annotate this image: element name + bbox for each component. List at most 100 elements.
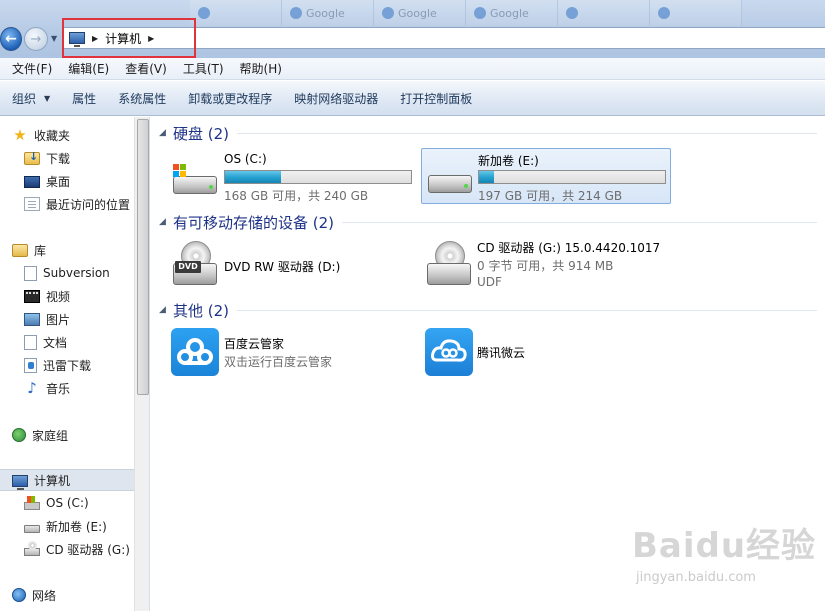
sidebar-item-drive-g[interactable]: CD 驱动器 (G:) 1 xyxy=(0,538,141,560)
properties-button[interactable]: 属性 xyxy=(64,90,104,107)
organize-button[interactable]: 组织 ▼ xyxy=(4,90,58,107)
group-title: 有可移动存储的设备 (2) xyxy=(173,213,335,232)
sidebar-item-recent-places[interactable]: 最近访问的位置 xyxy=(0,193,134,215)
sidebar-item-label: 桌面 xyxy=(46,174,71,189)
tab-label: Google xyxy=(306,6,345,20)
chevron-down-icon: ▼ xyxy=(44,93,51,103)
tab-label: Google xyxy=(398,6,437,20)
sidebar-item-desktop[interactable]: 桌面 xyxy=(0,170,134,192)
sidebar-item-label: 计算机 xyxy=(34,473,71,488)
background-tabs: Google Google Google xyxy=(190,0,825,26)
back-button[interactable]: ← xyxy=(0,27,22,51)
drive-usage-bar xyxy=(224,170,412,184)
breadcrumb-chevron-icon[interactable]: ▶ xyxy=(92,34,98,43)
sidebar-item-label: 文档 xyxy=(43,335,68,350)
recent-pages-dropdown-icon[interactable]: ▼ xyxy=(51,34,57,43)
film-icon xyxy=(24,289,40,303)
sidebar-item-music[interactable]: ♪ 音乐 xyxy=(0,377,134,399)
sidebar-item-subversion[interactable]: Subversion xyxy=(0,262,134,284)
organize-label: 组织 xyxy=(12,91,37,106)
collapse-triangle-icon[interactable]: ◢ xyxy=(159,305,173,315)
breadcrumb-chevron-icon[interactable]: ▶ xyxy=(148,34,154,43)
menu-view[interactable]: 查看(V) xyxy=(117,60,175,77)
menu-help[interactable]: 帮助(H) xyxy=(232,60,290,77)
sidebar-item-label: 视频 xyxy=(46,289,71,304)
back-arrow-icon: ← xyxy=(5,31,17,47)
scrollbar-thumb[interactable] xyxy=(137,119,149,395)
sidebar-item-label: 新加卷 (E:) xyxy=(46,519,107,534)
command-bar: 组织 ▼ 属性 系统属性 卸载或更改程序 映射网络驱动器 打开控制面板 xyxy=(0,81,825,116)
drive-usage-fill xyxy=(479,171,494,183)
drive-free-space: 0 字节 可用，共 914 MB xyxy=(477,259,614,273)
dvd-drive-icon: DVD xyxy=(171,241,219,289)
app-tile-baidu-cloud[interactable]: 百度云管家 双击运行百度云管家 xyxy=(165,325,415,381)
document-icon xyxy=(24,334,37,350)
downloads-folder-icon xyxy=(24,150,40,165)
menu-tools[interactable]: 工具(T) xyxy=(175,60,232,77)
divider xyxy=(237,132,817,134)
sidebar-item-downloads[interactable]: 下载 xyxy=(0,147,134,169)
forward-button[interactable]: → xyxy=(24,27,48,51)
background-tab[interactable] xyxy=(190,0,282,26)
group-title: 硬盘 (2) xyxy=(173,124,230,143)
drive-free-space: 197 GB 可用，共 214 GB xyxy=(478,189,623,203)
computer-icon xyxy=(69,32,85,47)
tab-icon xyxy=(290,7,302,19)
drive-name: 新加卷 (E:) xyxy=(478,154,539,168)
group-title: 其他 (2) xyxy=(173,301,230,320)
computer-icon xyxy=(12,474,28,490)
background-tab[interactable]: Google xyxy=(466,0,558,26)
sidebar-item-label: 音乐 xyxy=(46,381,71,396)
breadcrumb-computer[interactable]: 计算机 xyxy=(105,30,141,47)
library-icon xyxy=(12,243,28,257)
tab-label: Google xyxy=(490,6,529,20)
drive-tile-g[interactable]: CD 驱动器 (G:) 15.0.4420.1017 0 字节 可用，共 914… xyxy=(421,237,671,293)
group-header-other[interactable]: ◢ 其他 (2) xyxy=(159,300,817,320)
sidebar-item-drive-e[interactable]: 新加卷 (E:) xyxy=(0,515,134,537)
homegroup-icon xyxy=(12,428,26,442)
address-bar[interactable]: ▶ 计算机 ▶ xyxy=(62,27,825,49)
sidebar-item-videos[interactable]: 视频 xyxy=(0,285,134,307)
sidebar-item-libraries[interactable]: 库 xyxy=(0,239,134,261)
thunder-download-icon xyxy=(24,357,37,373)
sidebar-item-thunder-downloads[interactable]: 迅雷下载 xyxy=(0,354,134,376)
drive-name: OS (C:) xyxy=(224,152,267,166)
collapse-triangle-icon[interactable]: ◢ xyxy=(159,128,173,138)
sidebar-item-documents[interactable]: 文档 xyxy=(0,331,134,353)
sidebar-item-label: 下载 xyxy=(46,151,71,166)
background-tab[interactable]: Google xyxy=(374,0,466,26)
collapse-triangle-icon[interactable]: ◢ xyxy=(159,217,173,227)
group-header-removable[interactable]: ◢ 有可移动存储的设备 (2) xyxy=(159,212,817,232)
dvd-badge: DVD xyxy=(175,261,201,273)
drive-tile-c[interactable]: OS (C:) 168 GB 可用，共 240 GB xyxy=(165,148,415,204)
divider xyxy=(237,309,817,311)
cd-drive-icon xyxy=(425,241,473,289)
sidebar-item-favorites[interactable]: ★ 收藏夹 xyxy=(0,124,134,146)
sidebar-item-label: 库 xyxy=(34,243,47,258)
map-network-drive-button[interactable]: 映射网络驱动器 xyxy=(286,90,386,107)
background-tab[interactable] xyxy=(650,0,742,26)
app-name: 百度云管家 xyxy=(224,337,285,351)
group-header-hard-disks[interactable]: ◢ 硬盘 (2) xyxy=(159,123,817,143)
app-tile-tencent-weiyun[interactable]: 腾讯微云 xyxy=(421,325,671,381)
uninstall-program-button[interactable]: 卸载或更改程序 xyxy=(180,90,280,107)
open-control-panel-button[interactable]: 打开控制面板 xyxy=(392,90,480,107)
drive-tile-d[interactable]: DVD DVD RW 驱动器 (D:) xyxy=(165,237,415,293)
sidebar-item-label: 最近访问的位置 xyxy=(46,197,131,212)
tab-icon xyxy=(566,7,578,19)
sidebar-scrollbar[interactable] xyxy=(134,117,149,611)
system-properties-button[interactable]: 系统属性 xyxy=(110,90,174,107)
drive-usage-fill xyxy=(225,171,281,183)
background-tab[interactable] xyxy=(558,0,650,26)
background-tab[interactable]: Google xyxy=(282,0,374,26)
drive-tile-e[interactable]: 新加卷 (E:) 197 GB 可用，共 214 GB xyxy=(421,148,671,204)
drive-name: CD 驱动器 (G:) 15.0.4420.1017 xyxy=(477,241,661,255)
music-note-icon: ♪ xyxy=(27,379,37,397)
sidebar-item-drive-c[interactable]: OS (C:) xyxy=(0,492,134,514)
sidebar-item-homegroup[interactable]: 家庭组 xyxy=(0,424,134,446)
sidebar-item-pictures[interactable]: 图片 xyxy=(0,308,134,330)
menu-file[interactable]: 文件(F) xyxy=(4,60,60,77)
sidebar-item-computer[interactable]: 计算机 xyxy=(0,469,134,491)
sidebar-item-network[interactable]: 网络 xyxy=(0,584,134,606)
menu-edit[interactable]: 编辑(E) xyxy=(60,60,117,77)
